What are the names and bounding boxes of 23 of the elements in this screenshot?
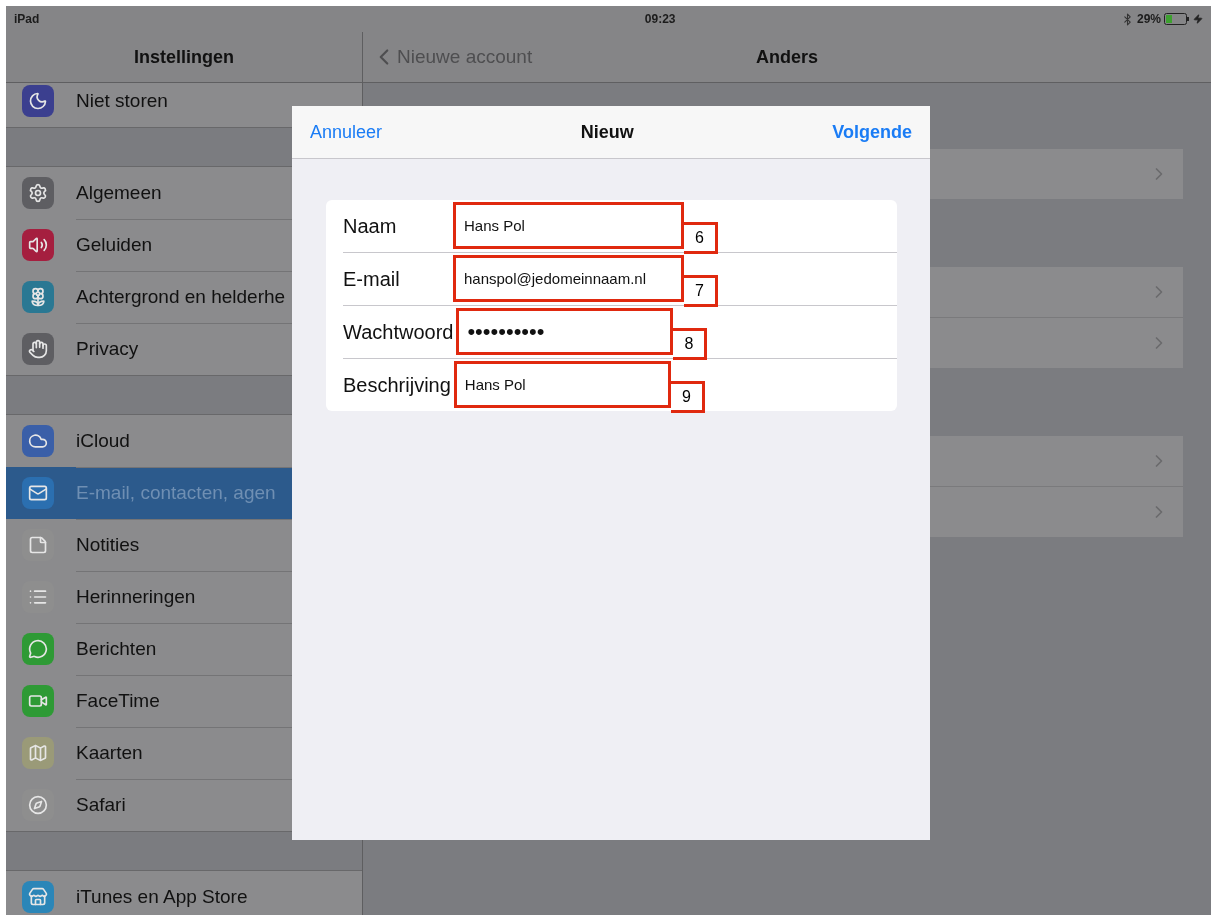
settings-item[interactable]: Safari [6, 779, 362, 831]
battery-percent: 29% [1136, 12, 1161, 26]
input-field[interactable]: Hans Pol [453, 361, 671, 408]
page-title: Anders [756, 46, 818, 68]
callout-number: 7 [684, 275, 718, 307]
input-field[interactable]: Hans Pol [453, 202, 684, 249]
cancel-button[interactable]: Annuleer [310, 121, 383, 143]
sidebar-title: Instellingen [133, 46, 235, 68]
field-label: Beschrijving [343, 373, 451, 397]
callout-number: 9 [670, 381, 705, 413]
callout-number: 8 [673, 328, 708, 360]
device-name: iPad [14, 12, 40, 26]
settings-item[interactable]: iTunes en App Store [6, 871, 362, 915]
next-button[interactable]: Volgende [832, 121, 912, 143]
callout-number: 6 [684, 222, 718, 254]
dialog-title: Nieuw [580, 121, 634, 143]
field-label: Wachtwoord [343, 320, 454, 344]
clock: 09:23 [644, 12, 676, 26]
charging-icon [1193, 14, 1203, 24]
battery-icon [1164, 13, 1190, 25]
field-label: E-mail [343, 267, 401, 291]
input-field[interactable]: hanspol@jedomeinnaam.nl [453, 255, 684, 302]
input-field[interactable]: •••••••••• [456, 308, 674, 355]
